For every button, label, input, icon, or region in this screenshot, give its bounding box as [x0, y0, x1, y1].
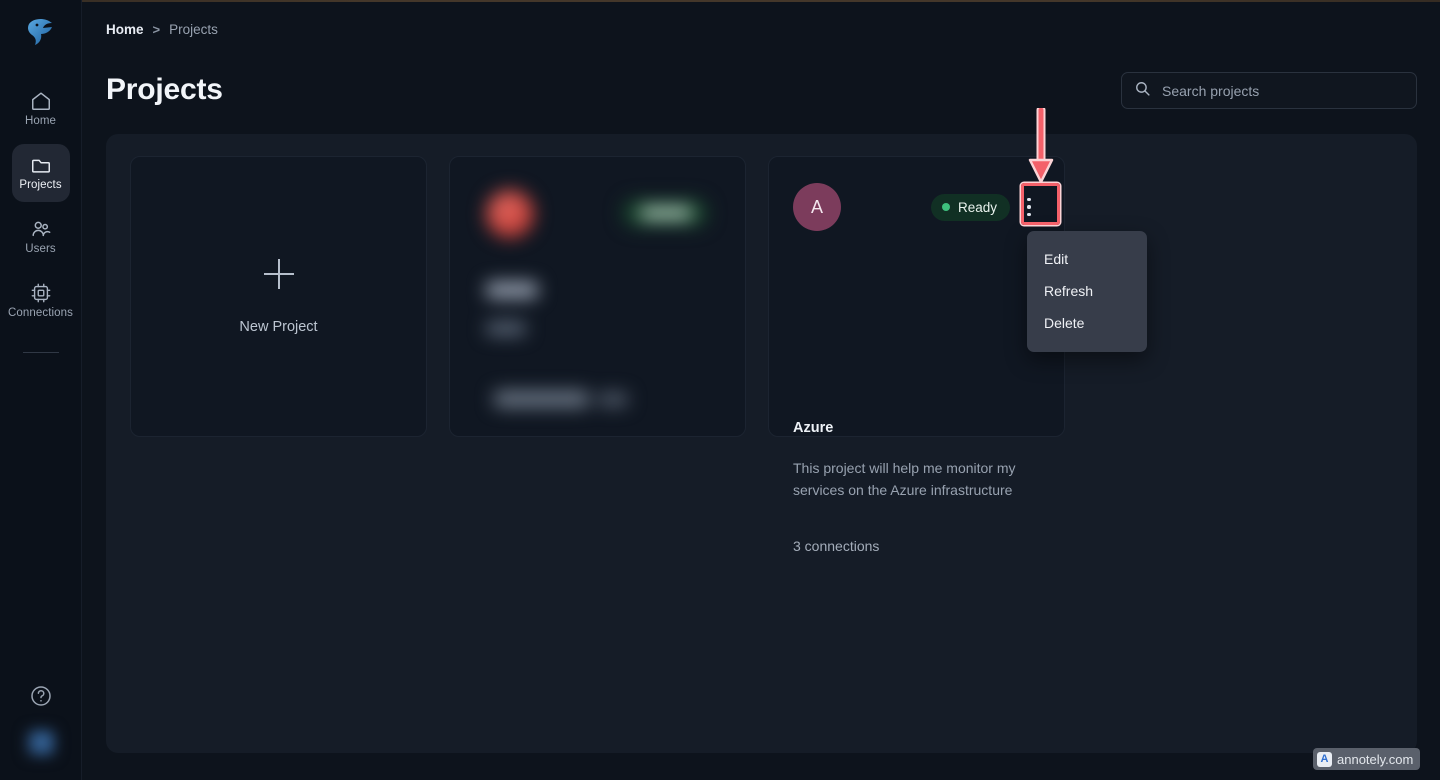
avatar — [486, 190, 534, 238]
new-project-label: New Project — [239, 318, 318, 335]
project-connections: 3 connections — [793, 538, 880, 554]
status-label: Ready — [957, 199, 997, 215]
sidebar-item-label: Home — [24, 115, 57, 128]
card-header-row: A Ready — [793, 183, 1042, 231]
project-description — [486, 322, 526, 335]
project-connections-extra — [598, 393, 628, 406]
project-card-redacted[interactable] — [449, 156, 746, 437]
sidebar-item-label: Projects — [19, 179, 62, 192]
highlight-box-annotation — [1021, 183, 1060, 225]
sidebar-item-users[interactable]: Users — [12, 208, 70, 266]
sidebar-nav: Home Projects Users Connections — [0, 80, 81, 330]
context-menu: Edit Refresh Delete — [1027, 231, 1147, 352]
top-hairline — [0, 0, 1440, 2]
breadcrumb-current: Projects — [169, 22, 218, 37]
help-circle-icon[interactable] — [29, 684, 53, 708]
projects-panel: New Project A Ready Azure This project w… — [106, 134, 1417, 753]
search-icon — [1134, 80, 1151, 102]
avatar: A — [793, 183, 841, 231]
page-title: Projects — [106, 73, 223, 106]
project-connections — [494, 391, 589, 407]
redacted-content — [450, 157, 745, 436]
home-icon — [30, 90, 52, 112]
user-avatar[interactable] — [24, 728, 57, 758]
plus-icon — [263, 258, 294, 289]
status-badge: Ready — [930, 193, 1010, 221]
menu-item-edit[interactable]: Edit — [1027, 243, 1147, 275]
watermark-text: annotely.com — [1337, 751, 1414, 767]
annotely-watermark: A annotely.com — [1313, 748, 1421, 770]
sidebar-item-label: Users — [25, 243, 56, 256]
sidebar-item-home[interactable]: Home — [12, 80, 70, 138]
menu-item-delete[interactable]: Delete — [1027, 307, 1147, 339]
falcon-logo-icon[interactable] — [21, 12, 61, 52]
status-badge — [622, 199, 708, 227]
breadcrumb: Home > Projects — [106, 22, 218, 37]
breadcrumb-home[interactable]: Home — [106, 22, 144, 37]
project-name: Azure — [793, 420, 834, 436]
sidebar-item-projects[interactable]: Projects — [11, 144, 70, 202]
down-arrow-annotation — [1027, 105, 1055, 186]
sidebar-item-label: Connections — [7, 307, 74, 320]
sidebar: Home Projects Users Connections — [0, 0, 82, 780]
menu-item-refresh[interactable]: Refresh — [1027, 275, 1147, 307]
sidebar-item-connections[interactable]: Connections — [8, 272, 73, 330]
search-bar[interactable] — [1121, 72, 1417, 109]
project-description: This project will help me monitor my ser… — [793, 460, 1016, 498]
avatar-initial: A — [810, 196, 823, 217]
annotely-logo-icon: A — [1317, 751, 1332, 767]
app-root: Home Projects Users Connections Home > P… — [0, 0, 1440, 780]
projects-grid: New Project A Ready Azure This project w… — [130, 156, 1065, 554]
search-input[interactable] — [1162, 82, 1404, 99]
sidebar-divider — [22, 352, 59, 353]
chip-icon — [30, 282, 52, 304]
new-project-card[interactable]: New Project — [130, 156, 427, 437]
users-icon — [30, 218, 52, 240]
chevron-right-icon: > — [152, 22, 161, 37]
project-name — [486, 282, 538, 298]
status-dot-icon — [941, 203, 950, 211]
folder-icon — [30, 154, 52, 176]
sidebar-bottom — [24, 684, 57, 780]
